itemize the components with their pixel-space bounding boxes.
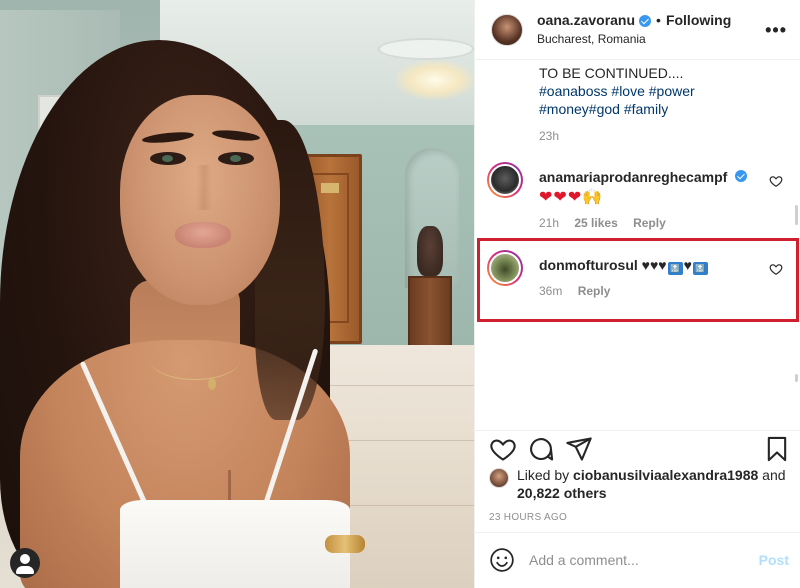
- post-panel: oana.zavoranu • Following Bucharest, Rom…: [474, 0, 800, 588]
- author-username[interactable]: oana.zavoranu: [537, 12, 635, 30]
- hashtag-link[interactable]: #oanaboss: [539, 83, 608, 99]
- photo-eye-left: [150, 152, 186, 165]
- verified-icon: [735, 170, 748, 182]
- emoji-icon[interactable]: [489, 547, 515, 573]
- photo-bracelet: [325, 535, 365, 553]
- liker-username[interactable]: ciobanusilviaalexandra1988: [573, 467, 758, 483]
- comment-text: ❤❤❤🙌: [539, 189, 604, 206]
- comment-highlight-box: [477, 238, 799, 322]
- photo-top: [120, 500, 350, 588]
- comment-icon[interactable]: [527, 435, 555, 463]
- photo-statue: [417, 226, 443, 276]
- like-comment-heart-icon[interactable]: [769, 174, 783, 188]
- post-comment-button[interactable]: Post: [759, 552, 789, 568]
- likes-summary: Liked by ciobanusilviaalexandra1988 and …: [489, 466, 789, 502]
- verified-icon: [639, 15, 652, 27]
- header-separator: •: [656, 12, 661, 29]
- photo-pendant: [208, 378, 216, 390]
- comment-body: anamariaprodanreghecampf ❤❤❤🙌: [539, 168, 749, 207]
- caption-timestamp[interactable]: 23h: [539, 129, 559, 143]
- caption-hashtag-line-1: #oanaboss #love #power: [539, 82, 779, 100]
- photo-eye-right: [218, 152, 254, 165]
- more-options-icon[interactable]: •••: [765, 20, 787, 41]
- likes-count[interactable]: 20,822 others: [517, 484, 789, 502]
- tagged-user-icon[interactable]: [10, 548, 40, 578]
- comment-input[interactable]: [529, 549, 749, 571]
- post-actions-bar: [475, 430, 800, 470]
- photo-pedestal: [408, 276, 452, 348]
- hashtag-link[interactable]: #family: [624, 101, 668, 117]
- post-timestamp[interactable]: 23 HOURS AGO: [489, 512, 567, 523]
- photo-nose: [196, 165, 212, 210]
- commenter-avatar[interactable]: [487, 162, 523, 198]
- scrollbar-thumb[interactable]: [795, 205, 798, 225]
- author-avatar[interactable]: [491, 13, 523, 46]
- like-heart-icon[interactable]: [489, 435, 517, 463]
- photo-ceiling-light: [395, 60, 474, 100]
- comment-item: anamariaprodanreghecampf ❤❤❤🙌 21h 25 lik…: [487, 162, 793, 232]
- comments-list: TO BE CONTINUED.... #oanaboss #love #pow…: [475, 60, 800, 430]
- scrollbar-thumb-lower[interactable]: [795, 374, 798, 382]
- post-location[interactable]: Bucharest, Romania: [537, 32, 731, 47]
- add-comment-bar: Post: [475, 532, 800, 588]
- caption-text: TO BE CONTINUED....: [539, 65, 684, 81]
- likes-conjunction: and: [758, 467, 786, 483]
- post-image[interactable]: [0, 0, 474, 588]
- hashtag-link[interactable]: #money#god: [539, 101, 620, 117]
- post-caption: TO BE CONTINUED.... #oanaboss #love #pow…: [539, 64, 779, 118]
- comment-username[interactable]: anamariaprodanreghecampf: [539, 169, 727, 185]
- post-header: oana.zavoranu • Following Bucharest, Rom…: [475, 0, 800, 60]
- comment-meta: 21h 25 likes Reply: [539, 216, 678, 230]
- caption-hashtag-line-2: #money#god #family: [539, 100, 779, 118]
- hashtag-link[interactable]: #love: [611, 83, 644, 99]
- hashtag-link[interactable]: #power: [649, 83, 695, 99]
- liker-avatar[interactable]: [489, 468, 509, 488]
- comment-time[interactable]: 21h: [539, 216, 559, 230]
- comment-likes[interactable]: 25 likes: [574, 216, 617, 230]
- likes-prefix: Liked by: [517, 467, 574, 483]
- photo-ceiling-dome: [378, 38, 474, 60]
- photo-necklace: [150, 340, 240, 380]
- following-button[interactable]: Following: [666, 12, 731, 30]
- reply-button[interactable]: Reply: [633, 216, 666, 230]
- share-icon[interactable]: [565, 435, 593, 463]
- photo-lips: [175, 222, 231, 248]
- save-bookmark-icon[interactable]: [763, 435, 791, 463]
